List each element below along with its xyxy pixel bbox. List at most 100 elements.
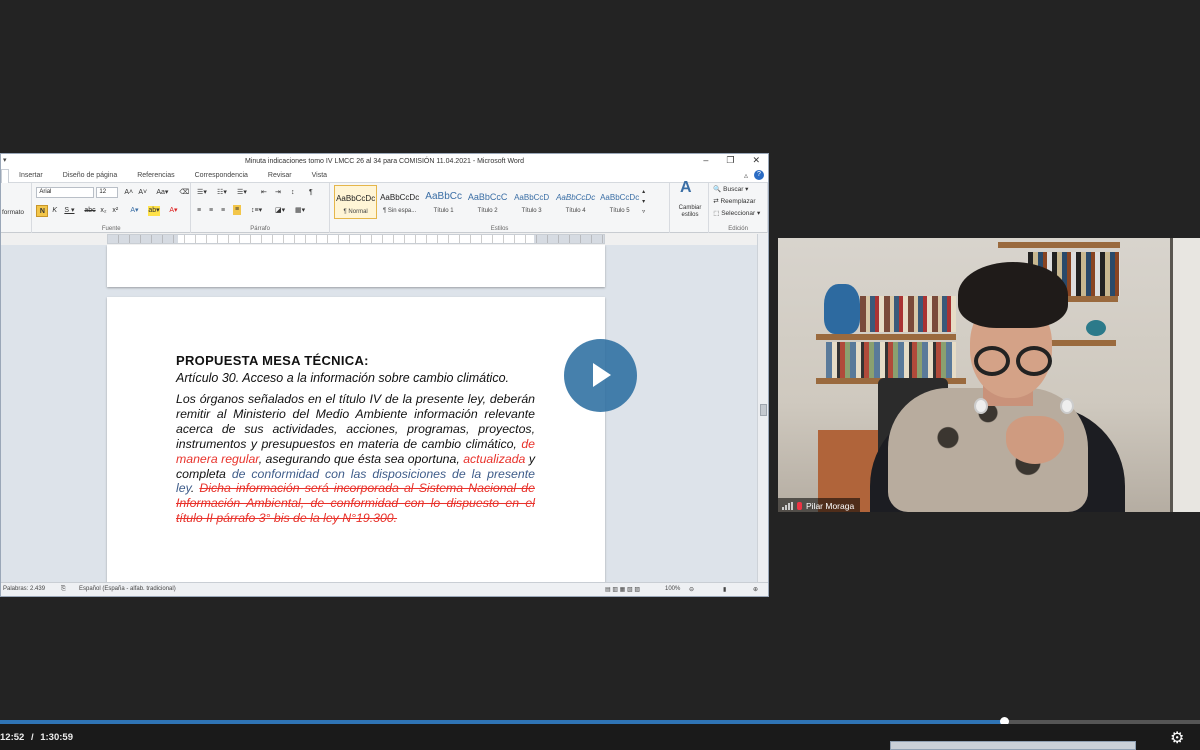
view-buttons[interactable]: ▤ ▥ ▦ ▧ ▨ xyxy=(605,586,640,593)
document-content[interactable]: PROPUESTA MESA TÉCNICA: Artículo 30. Acc… xyxy=(176,353,535,526)
zoom-in-icon[interactable]: ⊕ xyxy=(753,586,758,593)
language-indicator[interactable]: Español (España - alfab. tradicional) xyxy=(79,586,176,592)
tab-inicio[interactable] xyxy=(1,168,9,183)
style-titulo-2[interactable]: AaBbCcC Título 2 xyxy=(466,185,509,219)
change-styles-label[interactable]: Cambiar estilos xyxy=(672,205,708,219)
zoom-out-icon[interactable]: ⊖ xyxy=(689,586,694,593)
format-painter-label[interactable]: formato xyxy=(2,209,24,216)
select-button[interactable]: ⬚ Seleccionar ▾ xyxy=(713,209,760,219)
style-titulo-5[interactable]: AaBbCcDc Título 5 xyxy=(598,185,641,219)
italic-icon[interactable]: K xyxy=(52,206,57,216)
doc-text: Los órganos señalados en el título IV de… xyxy=(176,392,535,451)
earring xyxy=(1060,398,1074,414)
shelf xyxy=(998,242,1120,248)
numbering-icon[interactable]: ☷▾ xyxy=(217,188,227,198)
pilcrow-icon[interactable]: ¶ xyxy=(309,188,313,198)
proofing-icon[interactable]: ⎘ xyxy=(61,586,66,593)
quick-access-icon[interactable]: ▾ xyxy=(3,156,7,164)
help-icon[interactable]: ? xyxy=(754,170,764,180)
shelf xyxy=(816,334,956,340)
restore-icon[interactable]: ❐ xyxy=(726,155,734,166)
text-effects-icon[interactable]: A▾ xyxy=(130,206,138,216)
replace-icon: ⇄ xyxy=(713,198,719,205)
align-center-icon[interactable]: ≡ xyxy=(209,206,213,216)
document-page[interactable]: PROPUESTA MESA TÉCNICA: Artículo 30. Acc… xyxy=(107,297,605,584)
bold-button[interactable]: N xyxy=(36,205,49,217)
shrink-font-icon[interactable]: A˅ xyxy=(138,188,147,198)
change-case-icon[interactable]: Aa▾ xyxy=(156,188,168,198)
style-sample: AaBbCcDc xyxy=(380,193,420,202)
word-count[interactable]: Palabras: 2.439 xyxy=(3,586,45,592)
tab-vista[interactable]: Vista xyxy=(302,172,337,179)
settings-gear-icon[interactable]: ⚙ xyxy=(1170,728,1184,748)
clear-format-icon[interactable]: ⌫ xyxy=(179,188,189,198)
video-stage: ▾ Minuta indicaciones tomo IV LMCC 26 al… xyxy=(0,0,1200,750)
doc-text: , asegurando que ésta sea oportuna, xyxy=(258,451,464,466)
collapse-ribbon-icon[interactable]: ▵ xyxy=(744,171,748,180)
doc-heading: PROPUESTA MESA TÉCNICA: xyxy=(176,353,369,368)
borders-icon[interactable]: ▦▾ xyxy=(295,206,305,216)
style-sample: AaBbCcC xyxy=(467,192,508,202)
subscript-icon[interactable]: x₂ xyxy=(100,206,106,216)
ribbon-right-icons: ▵ ? xyxy=(744,170,764,180)
horizontal-ruler[interactable] xyxy=(107,234,605,244)
style-titulo-3[interactable]: AaBbCcD Título 3 xyxy=(510,185,553,219)
style-titulo-1[interactable]: AaBbCc Título 1 xyxy=(422,185,465,219)
replace-button[interactable]: ⇄ Reemplazar xyxy=(713,197,755,207)
underline-icon[interactable]: S ▾ xyxy=(64,206,74,216)
style-titulo-4[interactable]: AaBbCcDc Título 4 xyxy=(554,185,597,219)
grow-font-icon[interactable]: A˄ xyxy=(124,188,133,198)
font-color-icon[interactable]: A▾ xyxy=(169,206,177,216)
align-left-icon[interactable]: ≡ xyxy=(197,206,201,216)
style-normal[interactable]: AaBbCcDc ¶ Normal xyxy=(334,185,378,219)
style-sample: AaBbCc xyxy=(425,191,462,202)
font-size-combo[interactable]: 12 xyxy=(96,187,119,198)
group-editing: 🔍 Buscar ▾ ⇄ Reemplazar ⬚ Seleccionar ▾ … xyxy=(709,183,768,233)
tracked-insertion: actualizada xyxy=(463,451,526,466)
highlight-icon[interactable]: ab▾ xyxy=(148,206,160,216)
earring xyxy=(974,398,988,414)
zoom-level[interactable]: 100% xyxy=(665,586,680,592)
group-change-styles: A Cambiar estilos xyxy=(670,180,710,233)
shading-icon[interactable]: ◪▾ xyxy=(275,206,285,216)
select-label: Seleccionar xyxy=(721,210,756,217)
align-right-icon[interactable]: ≡ xyxy=(221,206,225,216)
superscript-icon[interactable]: x² xyxy=(112,206,118,216)
decrease-indent-icon[interactable]: ⇤ xyxy=(261,188,267,198)
multilevel-list-icon[interactable]: ☰▾ xyxy=(237,188,247,198)
increase-indent-icon[interactable]: ⇥ xyxy=(275,188,281,198)
font-name-combo[interactable]: Arial xyxy=(36,187,95,198)
participant-name-tag: Pilar Moraga xyxy=(778,498,861,512)
tab-correspondencia[interactable]: Correspondencia xyxy=(185,172,258,179)
word-window: ▾ Minuta indicaciones tomo IV LMCC 26 al… xyxy=(0,153,769,597)
strikethrough-icon[interactable]: abc xyxy=(84,206,95,216)
scroll-thumb[interactable] xyxy=(760,404,767,416)
tab-insertar[interactable]: Insertar xyxy=(9,172,53,179)
document-area[interactable]: PROPUESTA MESA TÉCNICA: Artículo 30. Acc… xyxy=(1,245,758,584)
styles-scroll-icon[interactable]: ▴ ▾ ▿ xyxy=(642,187,645,217)
minimize-icon[interactable]: – xyxy=(703,155,708,166)
tab-diseno[interactable]: Diseño de página xyxy=(53,172,128,179)
find-button[interactable]: 🔍 Buscar ▾ xyxy=(713,185,748,195)
style-sin-espaciado[interactable]: AaBbCcDc ¶ Sin espa... xyxy=(378,185,421,219)
sort-icon[interactable]: ↕ xyxy=(291,188,295,198)
line-spacing-icon[interactable]: ↕≡▾ xyxy=(251,206,262,216)
document-page-previous xyxy=(107,245,605,287)
tab-referencias[interactable]: Referencias xyxy=(127,172,184,179)
replace-label: Reemplazar xyxy=(720,198,756,205)
style-sample: AaBbCcD xyxy=(514,193,550,202)
ruler-marks xyxy=(108,235,604,243)
bullets-icon[interactable]: ☰▾ xyxy=(197,188,207,198)
person-glasses xyxy=(974,346,1054,376)
change-styles-icon[interactable]: A xyxy=(680,180,692,196)
zoom-slider[interactable]: ▮ xyxy=(723,586,726,593)
close-icon[interactable]: ✕ xyxy=(752,155,760,166)
justify-icon[interactable]: ≡ xyxy=(233,205,242,215)
books xyxy=(826,342,956,378)
group-editing-label: Edición xyxy=(728,226,748,232)
minimized-window[interactable] xyxy=(890,741,1136,750)
tab-revisar[interactable]: Revisar xyxy=(258,172,302,179)
doc-paragraph: Los órganos señalados en el título IV de… xyxy=(176,392,535,526)
play-button[interactable] xyxy=(564,339,637,412)
vertical-scrollbar[interactable] xyxy=(757,234,768,584)
